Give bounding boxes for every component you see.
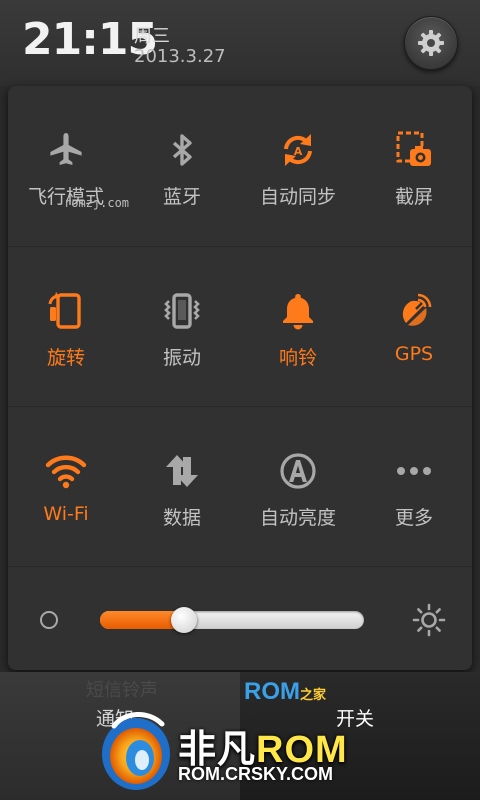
toggle-label: 自动同步 <box>259 186 336 208</box>
toggle-vibrate[interactable]: 振动 <box>124 247 240 407</box>
toggle-label: 数据 <box>162 507 201 529</box>
toggle-label: Wi-Fi <box>43 503 89 525</box>
toggle-auto-sync[interactable]: A 自动同步 <box>240 86 356 246</box>
toggle-row: Wi-Fi 数据 自动亮度 更多 <box>8 406 472 566</box>
toggle-label: 更多 <box>394 507 433 529</box>
rom-home-latin: ROM <box>244 678 300 705</box>
status-header: 21:15 周三 2013.3.27 <box>0 0 480 86</box>
toggle-row: 飞行模式 蓝牙 A 自动同步 截屏 romzj.com <box>8 86 472 246</box>
data-icon <box>160 449 204 493</box>
more-icon <box>392 449 436 493</box>
toggle-ringer[interactable]: 响铃 <box>240 247 356 407</box>
watermark-text: romzj.com <box>64 196 130 210</box>
toggle-label: GPS <box>394 343 434 365</box>
airplane-icon <box>44 128 88 172</box>
toggle-label: 自动亮度 <box>259 507 336 529</box>
toggle-auto-brightness[interactable]: 自动亮度 <box>240 407 356 567</box>
screenshot-icon <box>392 128 436 172</box>
toggle-label: 旋转 <box>46 347 85 369</box>
weekday-label: 周三 <box>134 26 170 47</box>
gear-icon <box>418 30 444 56</box>
toggle-label: 响铃 <box>278 347 317 369</box>
auto-brightness-icon <box>276 449 320 493</box>
brightness-row <box>8 566 472 670</box>
toggle-screenshot[interactable]: 截屏 <box>356 86 472 246</box>
toggle-label: 蓝牙 <box>162 186 201 208</box>
wifi-icon <box>44 449 88 493</box>
toggle-label: 振动 <box>162 347 201 369</box>
bell-icon <box>276 289 320 333</box>
toggle-airplane-mode[interactable]: 飞行模式 <box>8 86 124 246</box>
date-label: 2013.3.27 <box>134 46 226 67</box>
sun-icon <box>412 603 446 637</box>
svg-text:A: A <box>294 145 303 158</box>
toggle-row: 旋转 振动 响铃 GPS <box>8 246 472 406</box>
toggle-bluetooth[interactable]: 蓝牙 <box>124 86 240 246</box>
toggle-label: 截屏 <box>394 186 433 208</box>
logo-url: ROM.CRSKY.COM <box>178 764 334 784</box>
vibrate-icon <box>160 289 204 333</box>
toggle-gps[interactable]: GPS <box>356 247 472 407</box>
bluetooth-icon <box>160 128 204 172</box>
brightness-slider-thumb[interactable] <box>171 607 198 633</box>
toggle-grid: 飞行模式 蓝牙 A 自动同步 截屏 romzj.com 旋转 振动 响铃 GPS… <box>8 86 472 566</box>
quick-settings-panel: 飞行模式 蓝牙 A 自动同步 截屏 romzj.com 旋转 振动 响铃 GPS… <box>8 86 472 670</box>
ghost-background-text: 短信铃声 <box>86 680 158 701</box>
crsky-swirl-logo-icon <box>102 712 170 790</box>
toggle-wifi[interactable]: Wi-Fi <box>8 407 124 567</box>
rotate-icon <box>44 289 88 333</box>
rom-home-zh: 之家 <box>300 687 327 702</box>
gps-icon <box>392 289 436 333</box>
toggle-mobile-data[interactable]: 数据 <box>124 407 240 567</box>
toggle-more[interactable]: 更多 <box>356 407 472 567</box>
rom-home-logo: ROM之家 <box>244 678 326 706</box>
sync-icon: A <box>276 128 320 172</box>
toggle-rotation[interactable]: 旋转 <box>8 247 124 407</box>
dim-icon <box>40 611 58 629</box>
settings-button[interactable] <box>404 16 458 70</box>
brightness-slider[interactable] <box>100 607 364 633</box>
